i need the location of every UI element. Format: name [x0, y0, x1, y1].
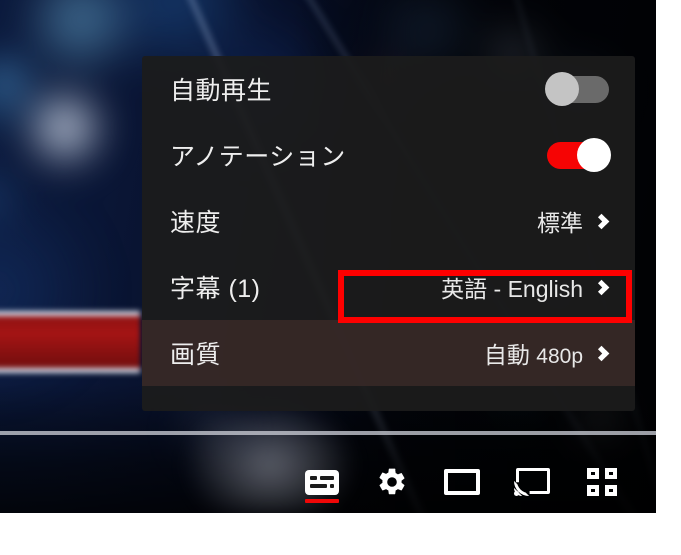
- settings-menu-panel[interactable]: 自動再生 アノテーション 速度 標準 字幕 (1) 英語 - English 画…: [142, 56, 635, 411]
- settings-button[interactable]: [370, 460, 414, 504]
- settings-row-control: [545, 72, 613, 106]
- settings-row-value: 標準: [537, 210, 583, 236]
- settings-row-label: アノテーション: [170, 143, 346, 171]
- theater-mode-icon: [444, 469, 480, 495]
- settings-row-control: 自動 480p: [484, 336, 613, 370]
- video-progress-bar[interactable]: [0, 431, 656, 435]
- settings-row-value-main: 自動: [483, 342, 530, 368]
- fullscreen-button[interactable]: [580, 460, 624, 504]
- gear-icon: [379, 468, 405, 495]
- theater-mode-button[interactable]: [440, 460, 484, 504]
- video-player[interactable]: 自動再生 アノテーション 速度 標準 字幕 (1) 英語 - English 画…: [0, 0, 656, 513]
- video-red-banner: [0, 314, 140, 370]
- settings-row-value: 英語 - English: [441, 276, 583, 302]
- settings-row-autoplay[interactable]: 自動再生: [142, 56, 635, 122]
- settings-row-label: 字幕 (1): [170, 275, 261, 303]
- settings-row-value-sub: 480p: [536, 345, 583, 368]
- subtitles-active-indicator: [305, 499, 339, 503]
- annotations-toggle[interactable]: [547, 138, 611, 172]
- cast-icon: [514, 468, 550, 496]
- toggle-knob: [577, 138, 611, 172]
- chevron-right-icon: [593, 345, 610, 361]
- settings-row-quality[interactable]: 画質 自動 480p: [142, 320, 635, 386]
- settings-row-label: 画質: [170, 341, 222, 369]
- player-control-bar: [0, 451, 656, 513]
- autoplay-toggle[interactable]: [545, 72, 609, 106]
- settings-row-label: 自動再生: [170, 77, 273, 105]
- fullscreen-icon: [587, 468, 617, 496]
- settings-row-value: 自動 480p: [484, 336, 583, 370]
- settings-row-annotations[interactable]: アノテーション: [142, 122, 635, 188]
- settings-row-subtitles[interactable]: 字幕 (1) 英語 - English: [142, 254, 635, 320]
- cast-button[interactable]: [510, 460, 554, 504]
- chevron-right-icon: [593, 213, 610, 229]
- settings-row-speed[interactable]: 速度 標準: [142, 188, 635, 254]
- settings-row-control: 英語 - English: [441, 270, 613, 304]
- subtitles-button[interactable]: [300, 460, 344, 504]
- toggle-knob: [545, 72, 579, 106]
- settings-row-control: 標準: [537, 204, 613, 238]
- closed-captions-icon: [305, 469, 339, 495]
- settings-row-control: [547, 138, 613, 172]
- chevron-right-icon: [593, 279, 610, 295]
- settings-row-label: 速度: [170, 209, 222, 237]
